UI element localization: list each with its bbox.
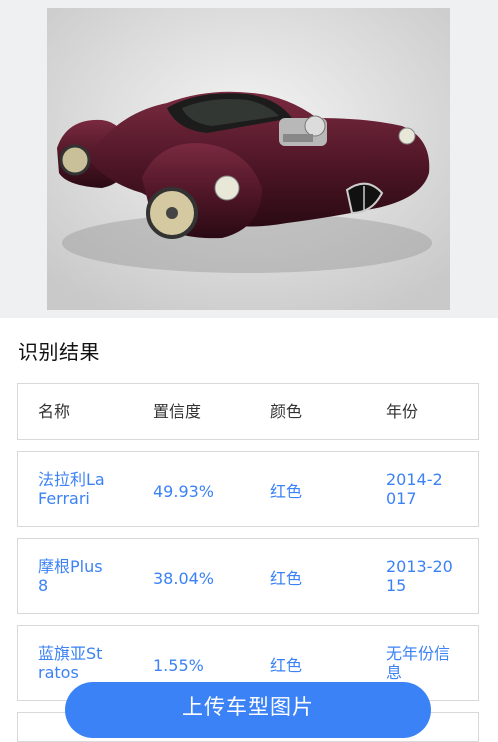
color-value: 红色: [270, 656, 303, 675]
header-name: 名称: [38, 402, 71, 421]
confidence-value: 38.04%: [153, 569, 215, 588]
car-name: 摩根Plus 8: [38, 557, 103, 595]
year-value: 2013-20 15: [386, 557, 453, 595]
year-value: 2014-2 017: [386, 470, 443, 508]
car-name: 法拉利La Ferrari: [38, 470, 105, 508]
car-photo: [47, 8, 450, 310]
confidence-value: 49.93%: [153, 482, 215, 501]
header-color: 颜色: [270, 402, 303, 421]
table-row[interactable]: 法拉利La Ferrari 49.93% 红色 2014-2 017: [17, 451, 479, 527]
section-title: 识别结果: [18, 340, 100, 364]
car-image: [47, 8, 450, 310]
confidence-value: 1.55%: [153, 656, 204, 675]
color-value: 红色: [270, 482, 303, 501]
table-row[interactable]: 摩根Plus 8 38.04% 红色 2013-20 15: [17, 538, 479, 614]
upload-car-image-button[interactable]: 上传车型图片: [65, 682, 431, 738]
car-name: 蓝旗亚St ratos: [38, 644, 103, 682]
table-header: 名称 置信度 颜色 年份: [17, 383, 479, 440]
header-year: 年份: [386, 402, 419, 421]
header-confidence: 置信度: [153, 402, 202, 421]
color-value: 红色: [270, 569, 303, 588]
year-value: 无年份信息: [386, 644, 451, 682]
image-preview-area: [0, 0, 498, 318]
